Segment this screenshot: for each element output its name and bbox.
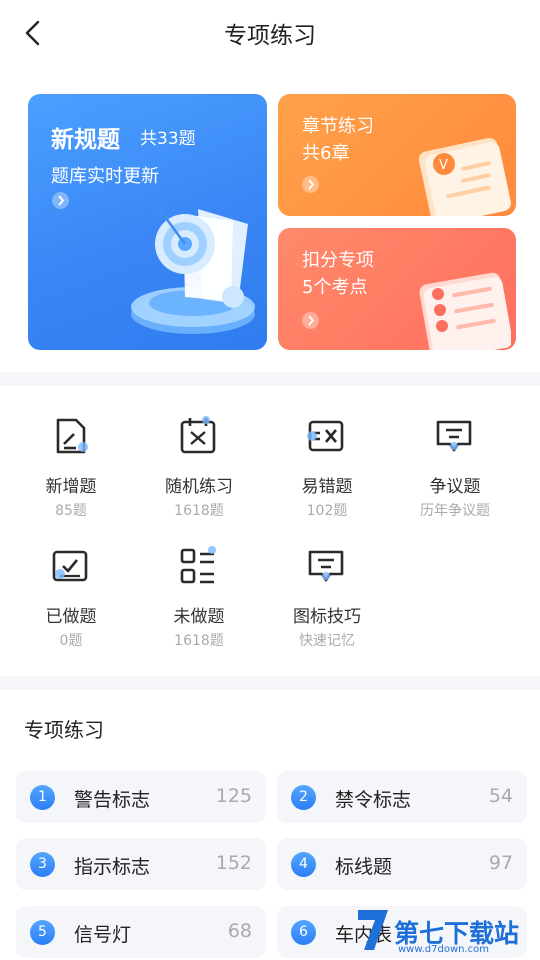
message-icon xyxy=(308,550,344,582)
grid-label: 易错题 xyxy=(301,477,353,497)
grid-sub: 0题 xyxy=(59,633,83,649)
svg-text:V: V xyxy=(439,158,448,173)
grid-item-done[interactable]: 已做题 0题 xyxy=(6,516,136,649)
deduct-sub: 5个考点 xyxy=(302,277,368,298)
target-illustration-icon xyxy=(131,208,255,334)
practice-item[interactable]: 3 指示标志 152 xyxy=(16,838,266,890)
checklist-illustration-icon xyxy=(419,272,511,350)
item-label: 指示标志 xyxy=(74,856,151,878)
new-rules-card[interactable]: 新规题 共33题 题库实时更新 xyxy=(28,94,267,350)
watermark-logo: 第七下载站 www.d7down.com xyxy=(354,904,534,956)
item-label: 禁令标志 xyxy=(335,789,412,811)
practice-item[interactable]: 1 警告标志 125 xyxy=(16,771,266,823)
grid-item-new[interactable]: 新增题 85题 xyxy=(6,386,136,519)
item-number-badge: 6 xyxy=(291,920,316,945)
item-number-badge: 3 xyxy=(30,852,55,877)
chevron-right-icon xyxy=(302,312,319,329)
comment-icon xyxy=(436,420,472,452)
grid-sub: 1618题 xyxy=(174,633,224,649)
item-number-badge: 1 xyxy=(30,785,55,810)
item-label: 警告标志 xyxy=(74,789,151,811)
deduct-points-card[interactable]: 扣分专项 5个考点 xyxy=(278,228,516,350)
practice-item[interactable]: 2 禁令标志 54 xyxy=(277,771,527,823)
certificate-illustration-icon: V xyxy=(418,137,511,216)
grid-label: 未做题 xyxy=(173,607,225,627)
page-title: 专项练习 xyxy=(224,23,316,49)
d7-logo-icon xyxy=(358,910,388,950)
grid-item-random[interactable]: 随机练习 1618题 xyxy=(134,386,264,519)
item-number-badge: 5 xyxy=(30,920,55,945)
grid-label: 已做题 xyxy=(45,607,97,627)
shuffle-calendar-icon xyxy=(180,416,216,454)
item-label: 信号灯 xyxy=(74,924,132,946)
list-icon xyxy=(180,546,216,584)
item-number-badge: 2 xyxy=(291,785,316,810)
item-number-badge: 4 xyxy=(291,852,316,877)
item-count: 54 xyxy=(488,785,513,807)
chevron-right-icon xyxy=(302,176,319,193)
grid-item-icon-tips[interactable]: 图标技巧 快速记忆 xyxy=(262,516,392,649)
grid-label: 新增题 xyxy=(45,477,97,497)
grid-sub: 快速记忆 xyxy=(299,633,355,649)
item-label: 标线题 xyxy=(335,856,393,878)
deduct-title: 扣分专项 xyxy=(302,250,374,271)
item-count: 97 xyxy=(488,852,513,874)
chevron-right-icon xyxy=(52,192,69,209)
error-x-icon xyxy=(307,420,344,452)
category-grid: 新增题 85题 随机练习 1618题 易错题 102题 争议题 历年争议题 已做… xyxy=(0,386,540,676)
watermark-url: www.d7down.com xyxy=(398,944,490,955)
grid-label: 争议题 xyxy=(429,477,481,497)
item-count: 68 xyxy=(227,920,252,942)
chapter-practice-card[interactable]: 章节练习 共6章 V xyxy=(278,94,516,216)
doc-edit-icon xyxy=(56,418,88,454)
check-board-icon xyxy=(52,550,88,582)
hero-section: 新规题 共33题 题库实时更新 章节练习 共6章 V 扣分专项 5个考点 xyxy=(0,66,540,372)
grid-item-error[interactable]: 易错题 102题 xyxy=(262,386,392,519)
new-rules-count: 共33题 xyxy=(140,129,196,149)
grid-item-undone[interactable]: 未做题 1618题 xyxy=(134,516,264,649)
practice-item[interactable]: 5 信号灯 68 xyxy=(16,906,266,958)
top-bar: 专项练习 xyxy=(0,0,540,66)
new-rules-subtitle: 题库实时更新 xyxy=(51,166,159,187)
grid-sub: 历年争议题 xyxy=(420,503,490,519)
new-rules-title: 新规题 xyxy=(51,127,120,153)
chapter-sub: 共6章 xyxy=(302,143,350,164)
grid-item-dispute[interactable]: 争议题 历年争议题 xyxy=(390,386,520,519)
section-title: 专项练习 xyxy=(24,718,104,742)
item-count: 125 xyxy=(215,785,252,807)
grid-label: 图标技巧 xyxy=(293,607,361,627)
item-count: 152 xyxy=(215,852,252,874)
chapter-title: 章节练习 xyxy=(302,116,374,137)
practice-item[interactable]: 4 标线题 97 xyxy=(277,838,527,890)
grid-label: 随机练习 xyxy=(165,477,233,497)
